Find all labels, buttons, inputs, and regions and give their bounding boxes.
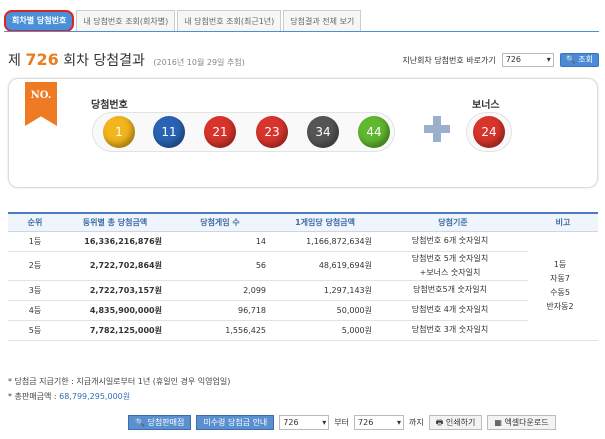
rank-cell: 3등: [8, 280, 62, 301]
round-number: 726: [25, 50, 59, 69]
table-row: 1등 16,336,216,876원 14 1,166,872,634원 당첨번…: [8, 231, 598, 341]
round-goto: 지난회차 당첨번호 바로가기 726 🔍 조회: [402, 53, 599, 67]
bottom-toolbar: 🔍 당첨판매점 미수령 당첨금 안내 726 부터 726 까지 🖶 인쇄하기 …: [128, 415, 556, 430]
header-rank: 순위: [8, 212, 62, 232]
header-criteria: 당첨기준: [378, 212, 528, 232]
excel-icon: ▦: [494, 418, 502, 427]
ball-4: 23: [256, 116, 288, 148]
title-suffix: 회차 당첨결과: [63, 53, 145, 69]
criteria-text: 당첨번호 6개 숫자일치: [411, 236, 489, 245]
criteria-cell: 당첨번호5개 숫자일치: [378, 280, 528, 301]
header-per-game: 1게임당 당첨금액: [272, 212, 378, 232]
total-sales-label: * 총판매금액 :: [8, 392, 60, 401]
search-icon: 🔍: [135, 418, 145, 427]
tab-bar: 회차별 당첨번호 내 당첨번호 조회(회차별) 내 당첨번호 조회(최근1년) …: [4, 10, 363, 32]
table-row: 3등 2,722,703,157원 2,099 1,297,143원 당첨번호5…: [8, 280, 598, 301]
remark-cell: 1등 자동7 수동5 반자동2: [528, 231, 598, 341]
from-label: 부터: [334, 418, 350, 427]
tab-all-results[interactable]: 당첨결과 전체 보기: [283, 10, 362, 32]
round-select[interactable]: 726: [501, 53, 554, 67]
table-row: 4등 4,835,900,000원 96,718 50,000원 당첨번호 4개…: [8, 300, 598, 321]
criteria-text: 당첨번호 3개 숫자일치: [411, 325, 489, 334]
notes: * 당첨금 지급기한 : 지급개시일로부터 1년 (휴일인 경우 익영업일) *…: [8, 374, 230, 404]
winning-store-button[interactable]: 🔍 당첨판매점: [128, 415, 192, 430]
header-games: 당첨게임 수: [168, 212, 272, 232]
to-label: 까지: [409, 418, 424, 427]
total-sales-value: 68,799,295,000원: [59, 392, 131, 401]
criteria-text: 당첨번호 5개 숫자일치: [411, 253, 489, 263]
to-round-select[interactable]: 726: [354, 415, 405, 430]
winning-numbers-label: 당첨번호: [91, 100, 128, 111]
remark-line: 자동7: [550, 273, 570, 283]
rank-cell: 1등: [8, 231, 62, 252]
criteria-text-2: +보너스 숫자일치: [419, 267, 481, 277]
search-button[interactable]: 🔍 조회: [559, 53, 599, 67]
criteria-text: 당첨번호 4개 숫자일치: [411, 305, 489, 314]
rank-cell: 2등: [8, 251, 62, 281]
ball-1: 1: [103, 116, 135, 148]
print-icon: 🖶: [435, 418, 444, 427]
bonus-label: 보너스: [472, 100, 500, 111]
total-cell: 16,336,216,876원: [62, 231, 168, 252]
ball-5: 34: [307, 116, 339, 148]
table-header-row: 순위 등위별 총 당첨금액 당첨게임 수 1게임당 당첨금액 당첨기준 비고: [8, 212, 598, 232]
total-cell: 2,722,702,864원: [62, 251, 168, 281]
ball-3: 21: [204, 116, 236, 148]
tab-my-numbers-recent-year[interactable]: 내 당첨번호 조회(최근1년): [177, 10, 282, 32]
games-cell: 1,556,425: [168, 320, 272, 341]
search-button-label: 조회: [578, 55, 593, 64]
winning-store-label: 당첨판매점: [147, 418, 185, 427]
table-row: 2등 2,722,702,864원 56 48,619,694원 당첨번호 5개…: [8, 251, 598, 281]
excel-label: 엑셀다운로드: [504, 418, 549, 427]
per-game-cell: 50,000원: [272, 300, 378, 321]
per-game-cell: 5,000원: [272, 320, 378, 341]
total-cell: 4,835,900,000원: [62, 300, 168, 321]
excel-download-button[interactable]: ▦ 엑셀다운로드: [487, 415, 556, 430]
per-game-cell: 1,297,143원: [272, 280, 378, 301]
draw-date: (2016년 10월 29일 추첨): [153, 58, 245, 67]
games-cell: 2,099: [168, 280, 272, 301]
criteria-cell: 당첨번호 6개 숫자일치: [378, 231, 528, 252]
search-icon: 🔍: [565, 55, 576, 64]
winning-balls: 1 11 21 23 34 44: [92, 112, 395, 152]
rank-cell: 5등: [8, 320, 62, 341]
criteria-cell: 당첨번호 3개 숫자일치: [378, 320, 528, 341]
bonus-ball-wrap: 24: [466, 112, 512, 152]
print-button[interactable]: 🖶 인쇄하기: [428, 415, 483, 430]
games-cell: 96,718: [168, 300, 272, 321]
tab-my-numbers-by-round[interactable]: 내 당첨번호 조회(회차별): [76, 10, 176, 32]
total-sales-note: * 총판매금액 : 68,799,295,000원: [8, 389, 230, 404]
games-cell: 56: [168, 251, 272, 281]
games-cell: 14: [168, 231, 272, 252]
per-game-cell: 1,166,872,634원: [272, 231, 378, 252]
print-label: 인쇄하기: [445, 418, 476, 427]
remark-line: 수동5: [550, 287, 570, 297]
ball-2: 11: [153, 116, 185, 148]
page-title: 제 726 회차 당첨결과 (2016년 10월 29일 추첨): [8, 50, 245, 70]
header-total: 등위별 총 당첨금액: [62, 212, 168, 232]
per-game-cell: 48,619,694원: [272, 251, 378, 281]
total-cell: 2,722,703,157원: [62, 280, 168, 301]
table-row: 5등 7,782,125,000원 1,556,425 5,000원 당첨번호 …: [8, 320, 598, 341]
header-remark: 비고: [528, 212, 598, 232]
from-round-select[interactable]: 726: [279, 415, 330, 430]
total-cell: 7,782,125,000원: [62, 320, 168, 341]
bonus-ball: 24: [473, 116, 505, 148]
payout-deadline-note: * 당첨금 지급기한 : 지급개시일로부터 1년 (휴일인 경우 익영업일): [8, 377, 231, 386]
remark-line: 1등: [553, 259, 567, 269]
rank-cell: 4등: [8, 300, 62, 321]
prize-table: 순위 등위별 총 당첨금액 당첨게임 수 1게임당 당첨금액 당첨기준 비고 1…: [8, 212, 598, 341]
remark-line: 반자동2: [546, 301, 574, 311]
criteria-cell: 당첨번호 5개 숫자일치 +보너스 숫자일치: [378, 251, 528, 281]
criteria-text: 당첨번호5개 숫자일치: [413, 285, 487, 294]
unpaid-prize-button[interactable]: 미수령 당첨금 안내: [196, 415, 275, 430]
criteria-cell: 당첨번호 4개 숫자일치: [378, 300, 528, 321]
goto-label: 지난회차 당첨번호 바로가기: [402, 55, 496, 65]
tab-underline: [4, 31, 599, 32]
ball-6: 44: [358, 116, 390, 148]
title-prefix: 제: [8, 53, 21, 69]
plus-icon: [424, 116, 450, 142]
tab-round-numbers[interactable]: 회차별 당첨번호: [4, 10, 75, 32]
